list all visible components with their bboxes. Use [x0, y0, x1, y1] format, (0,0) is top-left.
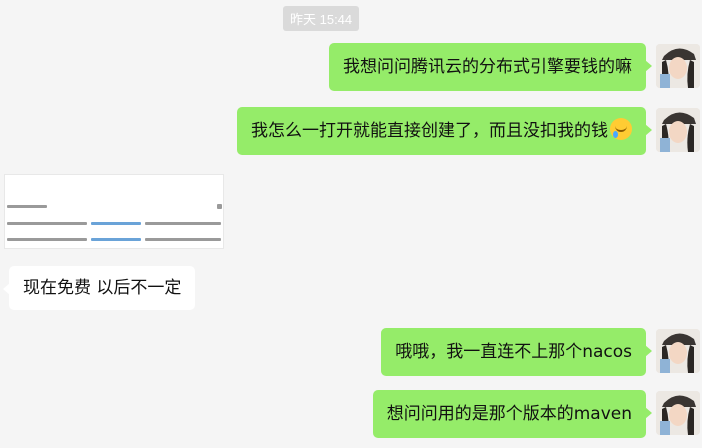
message-text: 哦哦，我一直连不上那个nacos — [395, 342, 632, 362]
image-message[interactable] — [4, 174, 224, 249]
timestamp-label: 昨天 15:44 — [283, 6, 360, 31]
message-bubble-incoming[interactable]: 现在免费 以后不一定 — [2, 266, 196, 310]
avatar-photo-icon — [656, 329, 700, 373]
image-content-line — [7, 205, 47, 208]
message-bubble-outgoing[interactable]: 想问问用的是那个版本的maven — [372, 390, 653, 438]
image-content-line — [91, 238, 141, 241]
avatar-photo-icon — [656, 108, 700, 152]
avatar[interactable] — [656, 391, 700, 435]
image-content-line — [145, 222, 221, 225]
message-text: 想问问用的是那个版本的maven — [386, 404, 632, 424]
avatar[interactable] — [656, 329, 700, 373]
image-content-line — [91, 222, 141, 225]
image-content-line — [145, 238, 221, 241]
message-text: 我怎么一打开就能直接创建了，而且没扣我的钱 — [251, 121, 608, 141]
avatar-photo-icon — [656, 44, 700, 88]
image-content-line — [7, 238, 87, 241]
message-bubble-outgoing[interactable]: 我怎么一打开就能直接创建了，而且没扣我的钱 — [237, 107, 652, 155]
avatar[interactable] — [656, 44, 700, 88]
image-content-line — [7, 222, 87, 225]
avatar-photo-icon — [656, 391, 700, 435]
message-bubble-outgoing[interactable]: 哦哦，我一直连不上那个nacos — [381, 328, 652, 376]
message-text: 我想问问腾讯云的分布式引擎要钱的嘛 — [343, 57, 632, 77]
message-bubble-outgoing[interactable]: 我想问问腾讯云的分布式引擎要钱的嘛 — [329, 43, 652, 91]
image-content-line — [217, 204, 222, 209]
crying-laughing-emoji-icon — [610, 118, 632, 140]
avatar[interactable] — [656, 108, 700, 152]
message-text: 现在免费 以后不一定 — [23, 278, 182, 298]
